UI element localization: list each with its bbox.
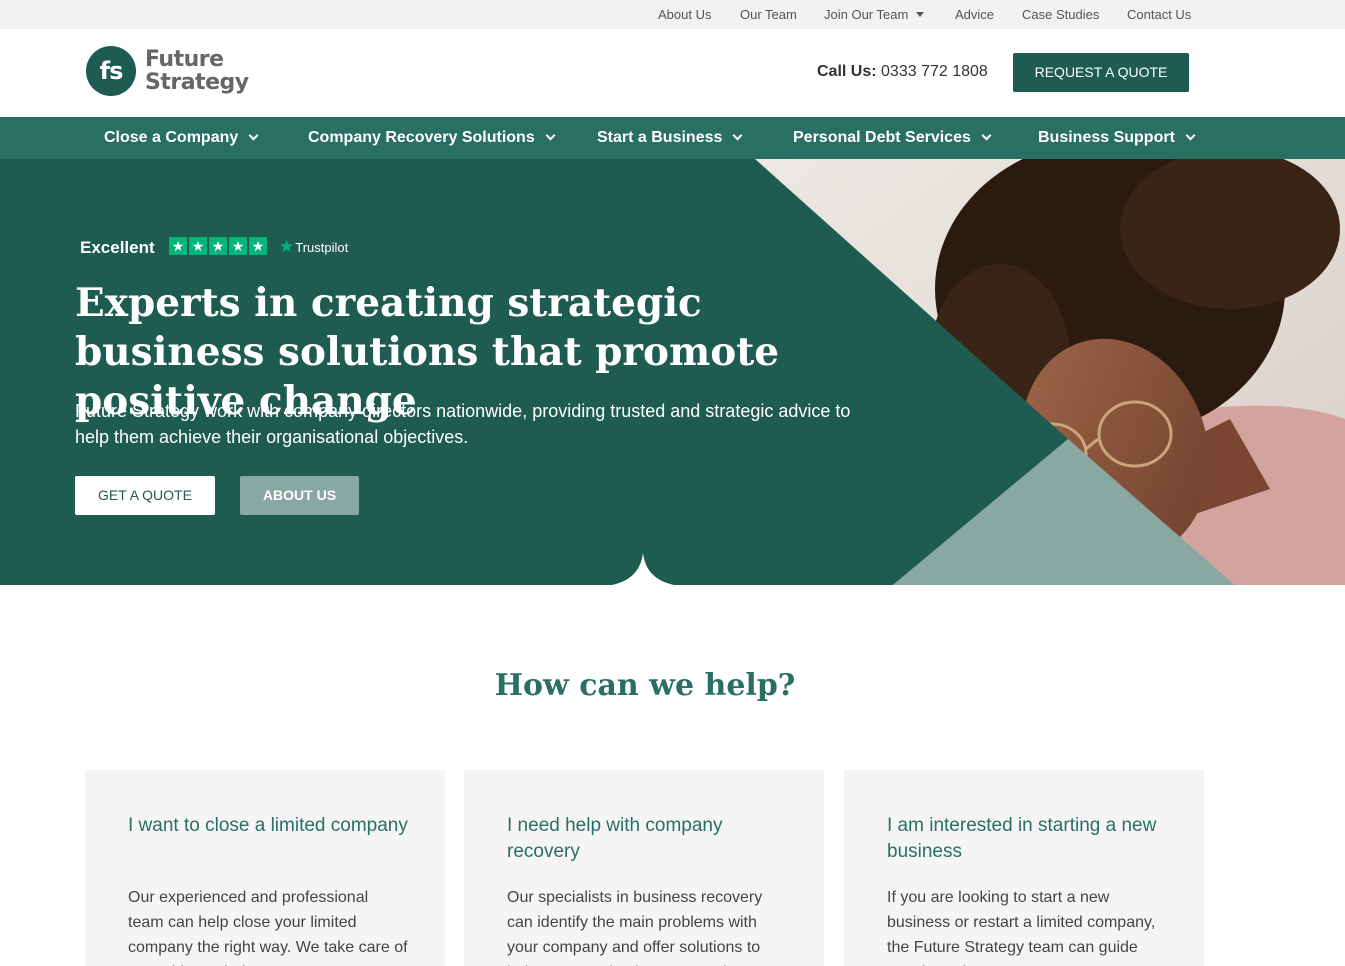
help-card-close-company[interactable]: I want to close a limited company Our ex…	[85, 770, 445, 966]
hero-section: Excellent ★ ★ ★ ★ ★ ★Trustpilot Experts …	[0, 159, 1345, 585]
call-us-label: Call Us:	[817, 63, 877, 80]
rating-stars: ★ ★ ★ ★ ★	[169, 237, 267, 255]
top-link-case-studies[interactable]: Case Studies	[1022, 7, 1099, 22]
card-body: If you are looking to start a new busine…	[887, 889, 1156, 966]
site-header: fs Future Strategy Call Us: 0333 772 180…	[0, 29, 1345, 117]
call-us: Call Us: 0333 772 1808	[817, 63, 988, 81]
trustpilot-wordmark: Trustpilot	[295, 240, 349, 255]
top-link-about-us[interactable]: About Us	[658, 7, 711, 22]
about-us-button[interactable]: ABOUT US	[240, 476, 359, 515]
nav-item-company-recovery[interactable]: Company Recovery Solutions	[308, 129, 556, 147]
top-utility-bar: About Us Our Team Join Our Team Advice C…	[0, 0, 1345, 29]
get-a-quote-button[interactable]: GET A QUOTE	[75, 476, 215, 515]
top-link-contact-us[interactable]: Contact Us	[1127, 7, 1191, 22]
logo-monogram: fs	[86, 46, 136, 96]
chevron-down-icon	[545, 130, 556, 141]
nav-item-label: Business Support	[1038, 129, 1175, 146]
nav-item-personal-debt[interactable]: Personal Debt Services	[793, 129, 992, 147]
phone-number[interactable]: 0333 772 1808	[881, 63, 988, 80]
request-quote-button[interactable]: REQUEST A QUOTE	[1013, 53, 1189, 92]
trustpilot-star-icon: ★	[279, 237, 295, 256]
star-icon: ★	[249, 237, 267, 255]
help-card-company-recovery[interactable]: I need help with company recovery Our sp…	[464, 770, 824, 966]
star-icon: ★	[169, 237, 187, 255]
chevron-down-icon	[248, 130, 259, 141]
nav-item-label: Close a Company	[104, 129, 239, 146]
logo-line-2: Strategy	[145, 70, 249, 95]
chevron-down-icon	[732, 130, 743, 141]
nav-item-start-a-business[interactable]: Start a Business	[597, 129, 743, 147]
nav-item-close-a-company[interactable]: Close a Company	[104, 129, 259, 147]
card-heading: I want to close a limited company	[128, 815, 408, 836]
star-icon: ★	[189, 237, 207, 255]
nav-item-label: Personal Debt Services	[793, 129, 971, 146]
site-logo[interactable]: fs Future Strategy	[86, 45, 256, 103]
top-link-our-team[interactable]: Our Team	[740, 7, 797, 22]
card-body: Our specialists in business recovery can…	[507, 889, 763, 966]
help-section-title: How can we help?	[494, 668, 796, 703]
star-icon: ★	[229, 237, 247, 255]
star-icon: ★	[209, 237, 227, 255]
chevron-down-icon	[1185, 130, 1196, 141]
top-link-advice[interactable]: Advice	[955, 7, 994, 22]
card-heading: I am interested in starting a new busine…	[887, 815, 1157, 862]
logo-line-1: Future	[145, 47, 224, 72]
chevron-down-icon	[981, 130, 992, 141]
main-nav: Close a Company Company Recovery Solutio…	[0, 117, 1345, 159]
join-our-team-label: Join Our Team	[824, 7, 909, 22]
hero-subtitle: Future Strategy work with company direct…	[75, 401, 851, 447]
caret-down-icon	[916, 12, 925, 18]
card-body: Our experienced and professional team ca…	[128, 889, 408, 966]
card-heading: I need help with company recovery	[507, 815, 723, 862]
nav-item-label: Company Recovery Solutions	[308, 129, 535, 146]
nav-item-label: Start a Business	[597, 129, 723, 146]
help-card-start-business[interactable]: I am interested in starting a new busine…	[844, 770, 1204, 966]
top-link-join-our-team[interactable]: Join Our Team	[824, 7, 925, 22]
trustpilot-logo: ★Trustpilot	[279, 237, 348, 257]
logo-wordmark: Future Strategy	[145, 48, 249, 94]
rating-label: Excellent	[80, 238, 155, 257]
nav-item-business-support[interactable]: Business Support	[1038, 129, 1196, 147]
